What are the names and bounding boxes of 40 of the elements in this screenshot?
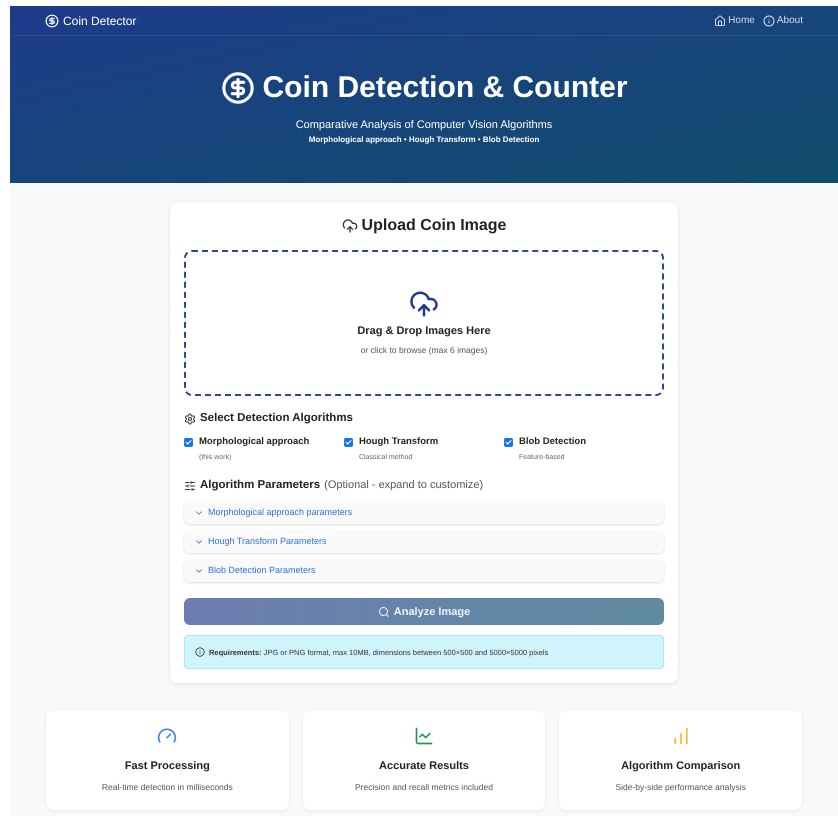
feature-title: Accurate Results: [379, 759, 469, 774]
feature-text: Side-by-side performance analysis: [615, 780, 746, 794]
dropzone-title: Drag & Drop Images Here: [357, 324, 491, 340]
feature-title: Algorithm Comparison: [621, 759, 740, 774]
checkbox[interactable]: [184, 438, 193, 447]
section-title: Select Detection Algorithms: [200, 411, 353, 426]
coin-icon: [45, 14, 59, 28]
coin-icon: [220, 70, 254, 105]
accordion-header[interactable]: Blob Detection Parameters: [184, 559, 664, 582]
line-chart-icon: [414, 726, 434, 746]
upload-icon: [409, 289, 439, 320]
section-title: Algorithm Parameters: [200, 478, 320, 493]
settings-icon: [184, 412, 196, 425]
info-icon: [195, 647, 205, 658]
brand-link[interactable]: Coin Detector: [45, 12, 136, 30]
home-icon: [714, 14, 726, 26]
drop-zone[interactable]: Drag & Drop Images Here or click to browse (max 6 images): [184, 250, 664, 396]
sliders-icon: [184, 480, 196, 492]
upload-icon: [342, 218, 358, 234]
info-icon: [762, 14, 775, 26]
algorithm-label: Hough Transform: [359, 435, 438, 450]
feature-text: Precision and recall metrics included: [355, 780, 493, 794]
section-hint: (Optional - expand to customize): [324, 478, 484, 494]
nav-link[interactable]: About: [762, 13, 803, 28]
page-title: Coin Detection & Counter: [262, 70, 628, 106]
nav-link[interactable]: Home: [714, 13, 755, 28]
accordion-header[interactable]: Hough Transform Parameters: [184, 530, 664, 554]
upload-title: Upload Coin Image: [362, 216, 506, 236]
analyze-button[interactable]: Analyze Image: [184, 598, 664, 626]
search-icon: [378, 606, 390, 618]
subtitle: Comparative Analysis of Computer Vision Algorithms: [296, 118, 552, 132]
algorithm-label: Morphological approach: [199, 435, 310, 450]
checkbox[interactable]: [504, 438, 513, 447]
feature-text: Real-time detection in milliseconds: [102, 780, 233, 794]
dropzone-hint: or click to browse (max 6 images): [360, 344, 488, 357]
methods-text: Morphological approach • Hough Transform • Blob Detection: [308, 134, 540, 146]
feature-title: Fast Processing: [124, 759, 210, 774]
algorithm-label: Blob Detection: [519, 435, 586, 450]
accordion-header[interactable]: Morphological approach parameters: [184, 501, 664, 524]
checkbox[interactable]: [344, 438, 353, 447]
